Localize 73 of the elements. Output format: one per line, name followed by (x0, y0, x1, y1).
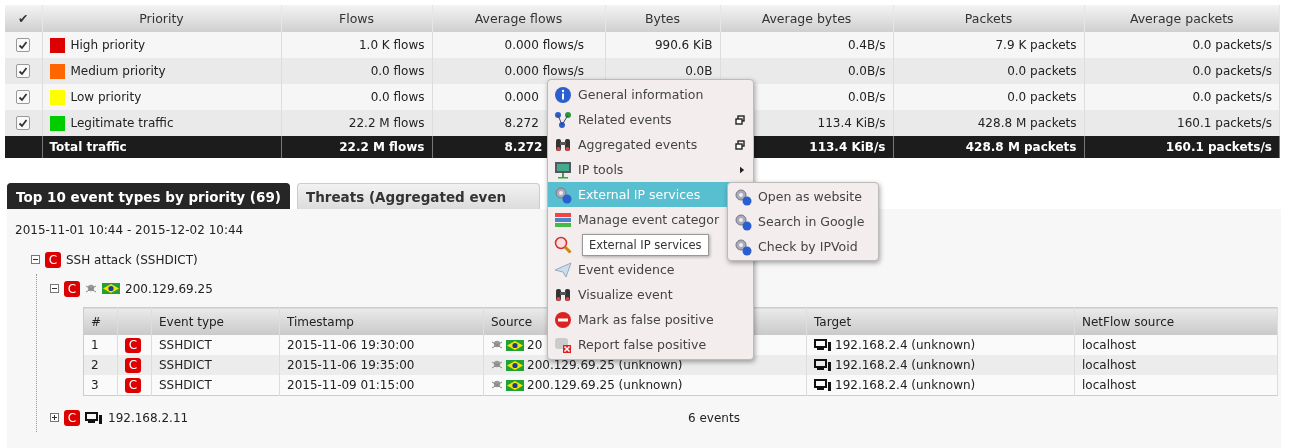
table-cell: 192.168.2.4 (unknown) (835, 338, 976, 352)
severity-badge: C (125, 337, 141, 353)
table-cell: 0.000 flows/s (504, 64, 584, 78)
column-header: Event type (159, 314, 224, 329)
table-cell: 0.0 packets (1007, 90, 1077, 104)
table-cell: 990.6 KiB (654, 38, 713, 52)
table-cell: 3 (91, 378, 99, 392)
table-cell: 160.1 packets/s (1165, 140, 1272, 154)
table-cell: 113.4 KiB/s (809, 140, 886, 154)
table-cell: SSHDICT (159, 358, 212, 372)
severity-badge: C (64, 409, 80, 426)
event-count: 6 events (688, 410, 740, 425)
severity-badge: C (125, 377, 141, 393)
table-cell: 22.2 M flows (339, 140, 425, 154)
column-header: Priority (42, 5, 281, 32)
table-cell: 0.0B (685, 64, 713, 78)
column-header: Bytes (605, 5, 720, 32)
table-cell: 0.0 packets (1007, 64, 1077, 78)
table-cell: SSHDICT (159, 338, 212, 352)
column-header: ✔ (5, 5, 42, 32)
table-cell: localhost (1082, 338, 1136, 352)
priority-label: High priority (70, 38, 146, 52)
table-cell: 0.0 packets/s (1192, 64, 1272, 78)
priority-label: Medium priority (70, 64, 166, 78)
table-cell: 113.4 KiB/s (817, 116, 886, 130)
table-cell: 2015-11-06 19:30:00 (287, 338, 415, 352)
table-cell: localhost (1082, 378, 1136, 392)
table-cell: 428.8 M packets (977, 116, 1077, 130)
table-cell: 428.8 M packets (965, 140, 1077, 154)
column-header: NetFlow source (1082, 314, 1175, 329)
table-cell: 0.0B/s (847, 64, 886, 78)
table-cell: 0.0 packets/s (1192, 38, 1272, 52)
column-header: Target (814, 314, 852, 329)
severity-badge: C (64, 280, 80, 297)
table-cell: 1.0 K flows (358, 38, 425, 52)
column-header: Source (491, 314, 533, 329)
table-cell: 7.9 K packets (995, 38, 1077, 52)
table-cell: 200.129.69.25 (unknown) (527, 358, 683, 372)
table-cell: 0.0 flows (370, 90, 425, 104)
table-cell: 0.0 packets/s (1192, 90, 1272, 104)
column-header: Average packets (1084, 5, 1280, 32)
total-label: Total traffic (49, 140, 127, 154)
priority-label: Low priority (70, 90, 142, 104)
table-cell: localhost (1082, 358, 1136, 372)
table-cell: 0.0 flows (370, 64, 425, 78)
table-cell: 160.1 packets/s (1177, 116, 1272, 130)
table-cell: 2 (91, 358, 99, 372)
table-cell: 1 (91, 338, 99, 352)
severity-badge: C (125, 357, 141, 373)
severity-badge: C (45, 251, 61, 268)
table-cell: 2015-11-06 19:35:00 (287, 358, 415, 372)
column-header: Average bytes (720, 5, 893, 32)
table-cell: 0.4B/s (847, 38, 886, 52)
column-header: Packets (893, 5, 1084, 32)
column-header: # (91, 314, 102, 329)
column-header: Timestamp (287, 314, 354, 329)
table-cell: SSHDICT (159, 378, 212, 392)
table-cell: 20 (527, 338, 543, 352)
date-range: 2015-11-01 10:44 - 2015-12-02 10:44 (15, 223, 244, 237)
table-cell: 0.000 (504, 90, 539, 104)
table-cell: 8.272 (504, 116, 539, 130)
table-cell: 2015-11-09 01:15:00 (287, 378, 415, 392)
priority-label: Legitimate traffic (70, 116, 174, 130)
table-cell: 22.2 M flows (348, 116, 425, 130)
column-header: Average flows (432, 5, 605, 32)
column-header: Flows (281, 5, 432, 32)
table-cell: 0.000 flows/s (504, 38, 584, 52)
table-cell: 8.272 (504, 140, 543, 154)
table-cell: 200.129.69.25 (unknown) (527, 378, 683, 392)
table-cell: 192.168.2.4 (unknown) (835, 358, 976, 372)
tooltip: External IP services (582, 234, 709, 256)
table-cell: 0.0B/s (847, 90, 886, 104)
table-cell: 192.168.2.4 (unknown) (835, 378, 976, 392)
